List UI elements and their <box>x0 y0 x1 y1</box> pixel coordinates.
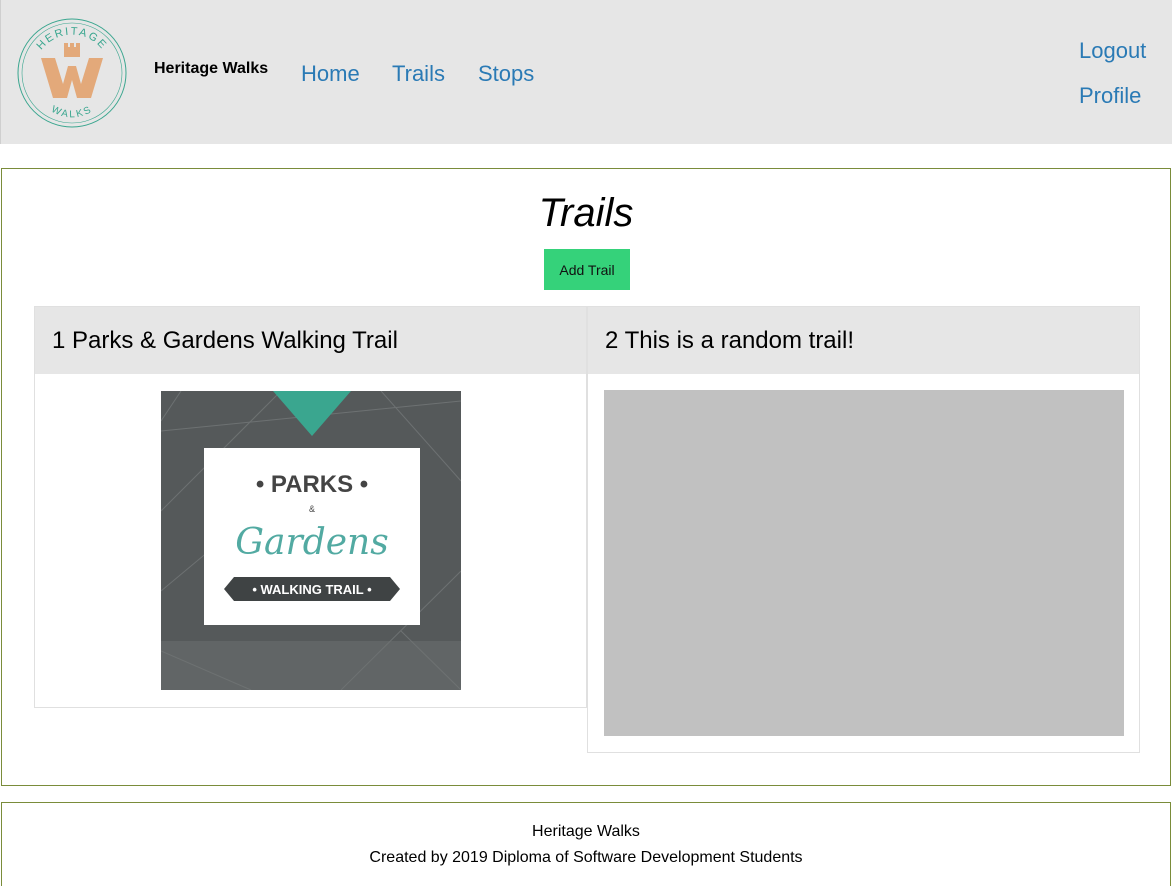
castle-w-icon <box>41 43 103 98</box>
trail-card-title[interactable]: 2 This is a random trail! <box>588 307 1139 374</box>
image-amp-text: & <box>309 504 315 514</box>
trail-card-title[interactable]: 1 Parks & Gardens Walking Trail <box>35 307 586 374</box>
heritage-walks-logo[interactable]: HERITAGE WALKS <box>15 14 129 132</box>
main-content: Trails Add Trail 1 Parks & Gardens Walki… <box>1 168 1171 786</box>
svg-text:WALKS: WALKS <box>49 104 94 120</box>
trail-card[interactable]: 1 Parks & Gardens Walking Trail • PARKS … <box>34 306 587 708</box>
logo-bottom-text: WALKS <box>49 104 92 120</box>
site-header: HERITAGE WALKS Heritage Walks Home Trail… <box>0 0 1172 144</box>
site-footer: Heritage Walks Created by 2019 Diploma o… <box>1 802 1171 886</box>
trail-card[interactable]: 2 This is a random trail! <box>587 306 1140 753</box>
add-trail-button[interactable]: Add Trail <box>544 249 630 290</box>
profile-link[interactable]: Profile <box>1079 83 1141 109</box>
footer-credits: Created by 2019 Diploma of Software Deve… <box>369 849 803 866</box>
logout-link[interactable]: Logout <box>1079 38 1146 64</box>
nav-home-link[interactable]: Home <box>301 61 360 87</box>
nav-trails-link[interactable]: Trails <box>392 61 445 87</box>
trail-image[interactable]: • PARKS • & Gardens • WALKING TRAIL • <box>161 391 461 690</box>
nav-stops-link[interactable]: Stops <box>478 61 534 87</box>
image-gardens-text: Gardens <box>235 522 388 563</box>
image-parks-text: • PARKS • <box>256 471 368 498</box>
image-banner-text: • WALKING TRAIL • <box>252 582 372 597</box>
site-name: Heritage Walks <box>154 60 269 77</box>
page-title: Trails <box>538 191 634 235</box>
trail-image-placeholder[interactable] <box>604 390 1124 736</box>
footer-site-name: Heritage Walks <box>532 823 640 840</box>
